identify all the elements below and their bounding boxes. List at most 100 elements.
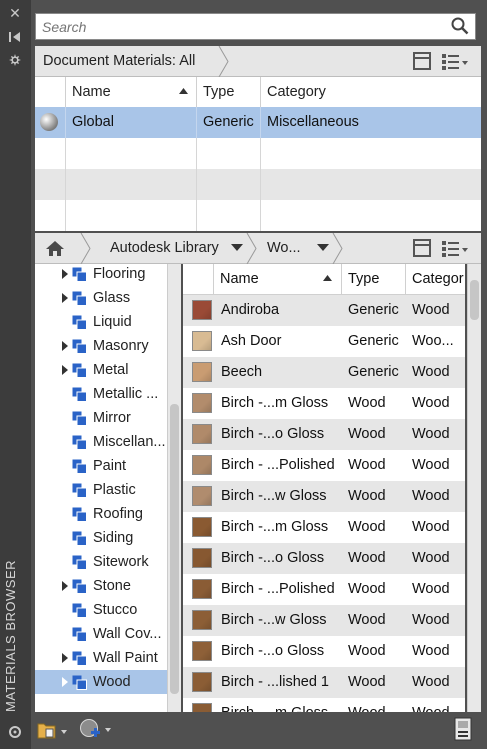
doc-category-header[interactable]: Category [261, 77, 481, 107]
tree-item-label: Stucco [93, 602, 138, 618]
expand-arrow-icon[interactable] [62, 269, 68, 279]
tree-item[interactable]: Liquid [35, 310, 171, 334]
document-materials-table: Name Type Category Global Generic Miscel… [35, 77, 481, 231]
tree-item[interactable]: Glass [35, 286, 171, 310]
document-materials-breadcrumb[interactable]: Document Materials: All [35, 46, 195, 77]
table-row[interactable]: Beech Generic Wood [183, 357, 465, 388]
lib-category-header[interactable]: Categor [406, 264, 465, 295]
library-breadcrumb[interactable]: Autodesk Library [102, 233, 219, 264]
material-category: Wood [412, 395, 450, 411]
tree-scrollbar[interactable] [167, 264, 181, 712]
material-category-icon [72, 435, 87, 450]
doc-name-header[interactable]: Name [66, 77, 197, 107]
doc-type-header[interactable]: Type [197, 77, 261, 107]
table-row[interactable]: Birch -...m GlossWoodWood [183, 388, 465, 419]
table-row[interactable]: Birch -...o Gloss Wood Wood [183, 543, 465, 574]
table-row[interactable]: Birch -...m GlossWoodWood [183, 698, 465, 712]
tree-item[interactable]: Stucco [35, 598, 171, 622]
tree-item[interactable]: Stone [35, 574, 171, 598]
breadcrumb-separator-icon [246, 233, 257, 264]
settings-gear-icon[interactable] [7, 725, 23, 741]
material-category-icon [72, 483, 87, 498]
material-category-icon [72, 627, 87, 642]
materials-scrollbar-thumb[interactable] [470, 280, 479, 320]
table-row[interactable]: Birch -...o Gloss Wood Wood [183, 419, 465, 450]
table-row[interactable]: Andiroba Generic Wood [183, 295, 465, 326]
tree-item-label: Roofing [93, 506, 143, 522]
material-type: Wood [348, 581, 386, 597]
material-category-icon [72, 603, 87, 618]
table-row[interactable]: Birch - ...Polished Wood Wood [183, 574, 465, 605]
material-type: Generic [348, 302, 399, 318]
material-name: Birch - ...Polished [221, 457, 335, 473]
tree-item[interactable]: Roofing [35, 502, 171, 526]
material-swatch [192, 672, 212, 692]
table-row[interactable]: Birch -...m GlossWoodWood [183, 512, 465, 543]
expand-arrow-icon[interactable] [62, 653, 68, 663]
material-editor-icon[interactable] [453, 717, 473, 741]
toggle-tree-icon[interactable] [413, 239, 431, 257]
tree-item[interactable]: Sitework [35, 550, 171, 574]
tree-item[interactable]: Metallic ... [35, 382, 171, 406]
tree-item[interactable]: Flooring [35, 264, 171, 286]
material-swatch [192, 362, 212, 382]
view-options-icon[interactable] [441, 240, 469, 258]
material-name: Birch -...m Gloss [221, 519, 329, 535]
tree-item[interactable]: Masonry [35, 334, 171, 358]
category-breadcrumb[interactable]: Wo... [259, 233, 301, 264]
tree-item[interactable]: Metal [35, 358, 171, 382]
sphere-icon [40, 113, 58, 131]
materials-scrollbar[interactable] [467, 264, 481, 712]
material-type: Wood [348, 643, 386, 659]
material-type: Generic [348, 333, 399, 349]
create-material-icon[interactable] [79, 718, 113, 740]
toggle-preview-icon[interactable] [413, 52, 431, 70]
category-dropdown-icon[interactable] [317, 244, 329, 251]
expand-arrow-icon[interactable] [62, 365, 68, 375]
search-icon[interactable] [451, 17, 469, 35]
close-icon[interactable]: ✕ [7, 6, 23, 22]
expand-arrow-icon[interactable] [62, 677, 68, 687]
tree-item[interactable]: Siding [35, 526, 171, 550]
breadcrumb-separator-icon [80, 233, 91, 264]
material-swatch [192, 393, 212, 413]
expand-arrow-icon[interactable] [62, 341, 68, 351]
tree-item[interactable]: Wall Cov... [35, 622, 171, 646]
expand-arrow-icon[interactable] [62, 581, 68, 591]
view-options-icon[interactable] [441, 53, 469, 71]
lib-name-header[interactable]: Name [214, 264, 342, 295]
material-type: Wood [348, 488, 386, 504]
search-input[interactable] [36, 14, 436, 39]
tree-item-label: Stone [93, 578, 131, 594]
library-dropdown-icon[interactable] [231, 244, 243, 251]
document-materials-bar: Document Materials: All [35, 46, 481, 77]
table-row[interactable]: Birch -...w Gloss Wood Wood [183, 605, 465, 636]
table-row[interactable]: Global Generic Miscellaneous [35, 107, 481, 138]
tree-item[interactable]: Miscellan... [35, 430, 171, 454]
material-category: Wood [412, 519, 450, 535]
table-row[interactable]: Birch - ...Polished Wood Wood [183, 450, 465, 481]
lib-type-header[interactable]: Type [342, 264, 406, 295]
table-row[interactable]: Birch - ...lished 1 Wood Wood [183, 667, 465, 698]
material-name: Global [66, 107, 197, 138]
material-type: Wood [348, 426, 386, 442]
table-row[interactable]: Ash Door Generic Woo... [183, 326, 465, 357]
tree-item[interactable]: Wood [35, 670, 171, 694]
table-row[interactable]: Birch -...o Gloss Wood Wood [183, 636, 465, 667]
tree-item[interactable]: Mirror [35, 406, 171, 430]
tree-item-label: Wall Paint [93, 650, 158, 666]
tree-item[interactable]: Plastic [35, 478, 171, 502]
material-category-icon [72, 363, 87, 378]
expand-arrow-icon[interactable] [62, 293, 68, 303]
material-category: Wood [412, 302, 450, 318]
library-materials-table: Name Type Categor Andiroba Generic Wood Ash… [183, 264, 465, 712]
properties-icon[interactable] [7, 53, 23, 69]
tree-item[interactable]: Paint [35, 454, 171, 478]
tree-scrollbar-thumb[interactable] [170, 404, 179, 694]
tree-item[interactable]: Wall Paint [35, 646, 171, 670]
material-type: Wood [348, 612, 386, 628]
home-icon[interactable] [45, 240, 65, 257]
open-library-icon[interactable] [37, 720, 69, 740]
autohide-icon[interactable] [7, 30, 23, 46]
table-row[interactable]: Birch -...w Gloss Wood Wood [183, 481, 465, 512]
